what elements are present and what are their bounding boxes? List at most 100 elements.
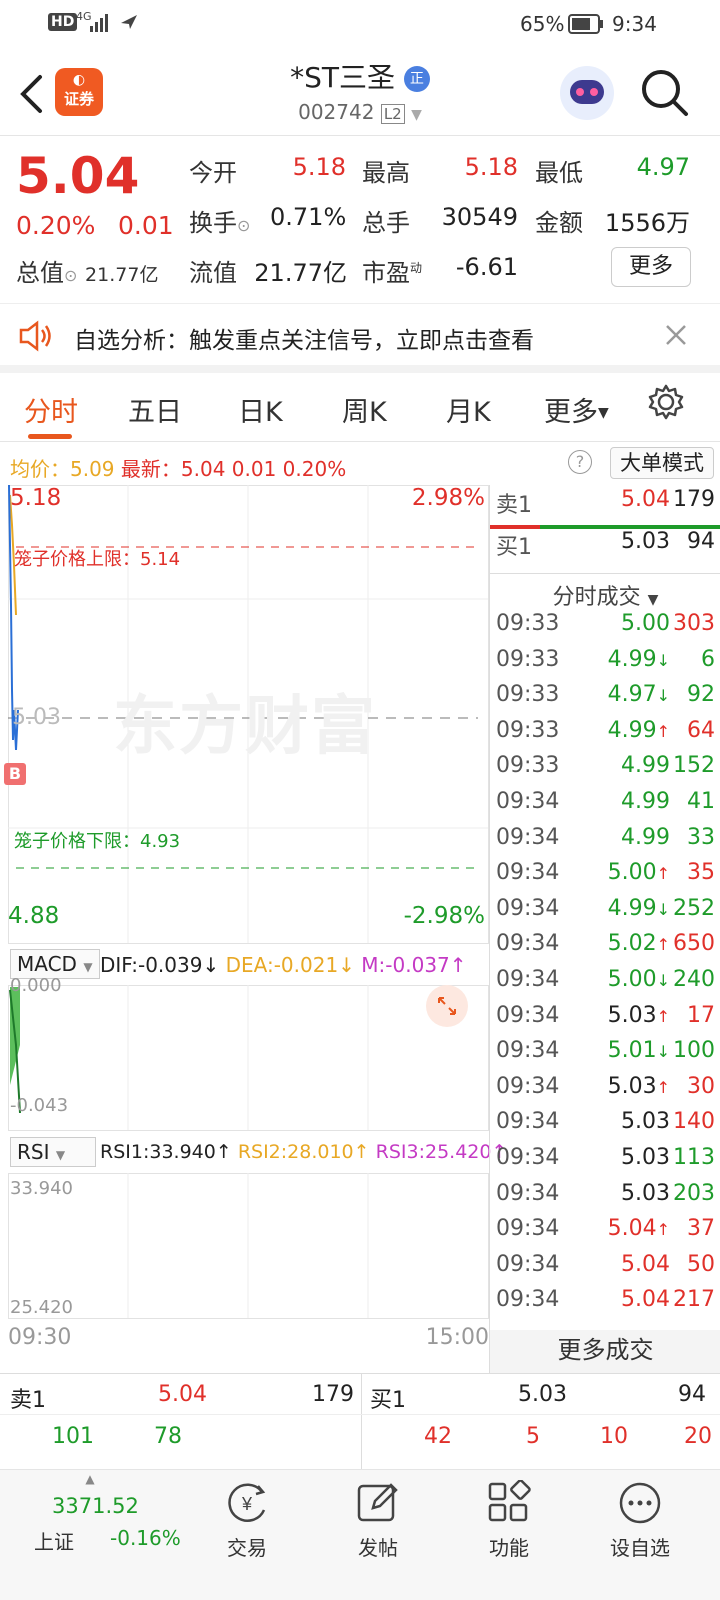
tab-intraday[interactable]: 分时 [24, 390, 78, 429]
signal-icon [90, 14, 108, 32]
rsi2: RSI2:28.010 [237, 1141, 354, 1163]
rsi1: RSI1:33.940 [100, 1141, 216, 1163]
book-bid-price: 5.03 [518, 1382, 567, 1407]
tick-volume: 203 [673, 1180, 715, 1206]
tick-volume: 140 [673, 1109, 715, 1135]
tick-direction-icon: ↑ [656, 721, 670, 741]
tick-volume: 6 [701, 646, 715, 672]
tick-volume: 50 [687, 1251, 715, 1277]
tab-five-day[interactable]: 五日 [128, 390, 182, 429]
nav-trade[interactable]: ¥ 交易 [202, 1480, 292, 1561]
bid-queue-item: 10 [600, 1424, 628, 1449]
rsi-header: RSI ▼ RSI1:33.940↑ RSI2:28.010↑ RSI3:25.… [8, 1131, 507, 1173]
tick-volume: 92 [687, 682, 715, 708]
tick-volume: 35 [687, 860, 715, 886]
macd-values: DIF:-0.039↓ DEA:-0.021↓ M:-0.037↑ [100, 953, 467, 977]
chart-high-price: 5.18 [10, 485, 62, 511]
svg-text:¥: ¥ [241, 1494, 253, 1514]
tick-price: 5.03↑ [607, 1073, 670, 1099]
expand-up-icon[interactable]: ▲ [0, 1472, 180, 1486]
nav-functions-label: 功能 [489, 1536, 529, 1560]
tick-row: 09:34 4.99↓ 252 [490, 896, 720, 932]
stock-name: *ST三圣 [290, 61, 395, 94]
tick-time: 09:34 [496, 1145, 560, 1170]
more-quote-button[interactable]: 更多 [611, 247, 691, 287]
tick-row: 09:33 4.99↓ 6 [490, 647, 720, 683]
tab-more[interactable]: 更多▼ [544, 390, 609, 429]
help-icon[interactable]: ? [568, 450, 592, 474]
alert-banner[interactable]: 自选分析：触发重点关注信号，立即点击查看 [0, 305, 720, 373]
tick-volume: 41 [687, 789, 715, 814]
level2-badge: L2 [380, 104, 405, 124]
book-ask-price: 5.04 [158, 1382, 207, 1407]
more-trades-button[interactable]: 更多成交 [490, 1330, 720, 1373]
tick-volume: 100 [673, 1038, 715, 1064]
large-order-mode-button[interactable]: 大单模式 [610, 447, 714, 479]
settings-gear-icon[interactable] [648, 384, 684, 420]
current-price: 5.04 [16, 147, 140, 205]
tick-time: 09:34 [496, 824, 560, 850]
search-icon[interactable] [640, 68, 690, 118]
avg-price-label: 均价： [10, 457, 70, 481]
robot-assistant-icon[interactable] [560, 66, 614, 120]
tick-direction-icon: ↓ [656, 1042, 670, 1062]
open-value: 5.18 [292, 153, 346, 181]
clock: 9:34 [612, 12, 657, 36]
nav-post[interactable]: 发帖 [333, 1480, 423, 1561]
index-name[interactable]: 上证 [34, 1526, 74, 1555]
macd-header: MACD ▼ DIF:-0.039↓ DEA:-0.021↓ M:-0.037↑ [8, 943, 489, 985]
tick-volume: 37 [687, 1216, 715, 1242]
time-start: 09:30 [8, 1325, 72, 1350]
ticks-header[interactable]: 分时成交 ▼ [490, 579, 720, 611]
book-bid-label: 买1 [370, 1388, 406, 1413]
buy-marker[interactable]: B [4, 763, 26, 785]
tick-price: 4.99 [621, 789, 670, 814]
nav-trade-label: 交易 [227, 1536, 267, 1560]
latest-change: 0.01 [231, 457, 277, 481]
index-value[interactable]: 3371.52 [52, 1494, 139, 1518]
tab-daily-k[interactable]: 日K [238, 390, 283, 429]
tick-direction-icon: ↓ [656, 686, 670, 706]
change-percent: 0.20% [16, 211, 96, 240]
amount-label: 金额 [535, 209, 583, 237]
pe-dynamic-mark: 动 [410, 261, 423, 275]
tick-volume: 17 [687, 1002, 715, 1028]
tick-price: 4.97↓ [607, 682, 670, 708]
nav-add-watchlist-label: 设自选 [610, 1536, 670, 1560]
tick-time: 09:34 [496, 860, 560, 886]
rsi-selector[interactable]: RSI ▼ [10, 1137, 96, 1167]
active-tab-indicator [28, 434, 72, 439]
pe-label: 市盈动 [362, 259, 423, 287]
book-ask-vol: 179 [312, 1382, 354, 1407]
lower-limit-label: 笼子价格下限：4.93 [14, 831, 181, 852]
tick-row: 09:33 4.97↓ 92 [490, 682, 720, 718]
side-bid-label: 买1 [496, 535, 532, 560]
bid-queue-item: 20 [684, 1424, 712, 1449]
upper-limit-label: 笼子价格上限：5.14 [14, 549, 181, 570]
expand-icon[interactable] [426, 985, 468, 1027]
nav-functions[interactable]: 功能 [464, 1480, 554, 1561]
tick-price: 4.99 [621, 824, 670, 850]
tick-direction-icon: ↓ [656, 650, 670, 670]
high-value: 5.18 [464, 153, 518, 181]
verified-badge: 正 [403, 66, 430, 92]
tick-price: 5.03 [621, 1145, 670, 1170]
close-icon[interactable] [664, 323, 688, 347]
tab-monthly-k[interactable]: 月K [446, 390, 491, 429]
stock-header: ◐ 证券 *ST三圣 正 002742 L2 ▼ [0, 48, 720, 136]
functions-grid-icon [488, 1480, 531, 1522]
nav-post-label: 发帖 [358, 1536, 398, 1560]
tab-weekly-k[interactable]: 周K [342, 390, 387, 429]
battery-percent: 65% [520, 12, 565, 36]
stock-code-row[interactable]: 002742 L2 ▼ [0, 100, 720, 124]
tick-volume: 33 [687, 824, 715, 850]
tick-time: 09:33 [496, 646, 560, 672]
nav-add-watchlist[interactable]: 设自选 [595, 1480, 685, 1561]
book-ask-label: 卖1 [10, 1388, 46, 1413]
ask-queue-item: 78 [154, 1424, 182, 1449]
tick-direction-icon: ↑ [656, 1220, 670, 1240]
quote-panel: 5.04 0.20% 0.01 总值⊙ 21.77亿 今开 5.18 最高 5.… [0, 137, 720, 304]
macd-m: M:-0.037 [361, 953, 450, 977]
info-circle-icon[interactable]: ⊙ [64, 266, 77, 285]
index-change[interactable]: -0.16% [110, 1526, 181, 1550]
